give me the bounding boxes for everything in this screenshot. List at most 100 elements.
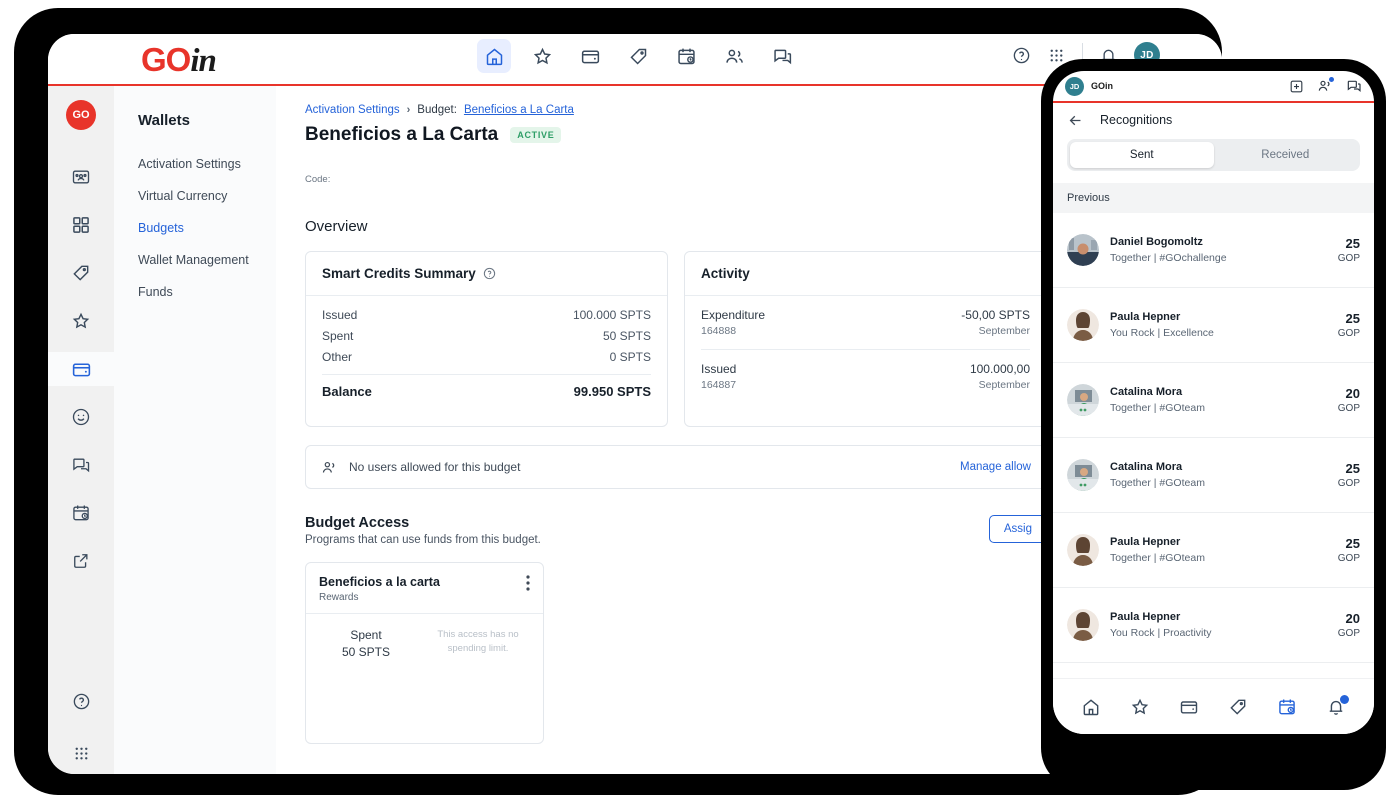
list-item[interactable]: Paula Hepner You Rock | Proactivity 20 G… [1053, 588, 1374, 663]
phone-nav-wallet[interactable] [1179, 697, 1199, 717]
spent-label: Spent [350, 628, 382, 642]
nav-tag[interactable] [621, 39, 655, 73]
activity-card-title: Activity [701, 266, 750, 281]
points-amount: 20 [1345, 611, 1360, 626]
list-item[interactable]: Paula Hepner You Rock | Excellence 25 GO… [1053, 288, 1374, 363]
rail-star-icon[interactable] [59, 304, 103, 338]
rail-wallet-icon[interactable] [48, 352, 114, 386]
sidebar-item-activation-settings[interactable]: Activation Settings [138, 157, 276, 171]
chat-icon[interactable] [1346, 78, 1362, 94]
phone-nav-star[interactable] [1130, 697, 1150, 717]
points-amount: 25 [1345, 311, 1360, 326]
phone-nav-tag[interactable] [1228, 697, 1248, 717]
back-arrow-icon[interactable] [1067, 112, 1084, 129]
add-box-icon[interactable] [1289, 79, 1304, 94]
recognition-detail: Together | #GOteam [1110, 402, 1205, 414]
apps-grid-icon[interactable] [1047, 46, 1066, 65]
people-icon[interactable] [1317, 77, 1334, 94]
rail-smiley-icon[interactable] [59, 400, 103, 434]
info-icon[interactable] [483, 267, 496, 280]
avatar [1067, 309, 1099, 341]
help-icon[interactable] [1012, 46, 1031, 65]
rail-activation-icon[interactable] [59, 160, 103, 194]
row-label: Other [322, 350, 353, 364]
phone-nav-home[interactable] [1081, 697, 1101, 717]
recognition-detail: Together | #GOchallenge [1110, 252, 1227, 264]
row-label: Issued [322, 308, 358, 322]
breadcrumb-root[interactable]: Activation Settings [305, 104, 400, 116]
breadcrumb-current[interactable]: Beneficios a La Carta [464, 104, 574, 116]
phone-nav-bell[interactable] [1326, 694, 1349, 717]
activity-card: Activity Expenditure 164888 -50,00 SPTS … [684, 251, 1047, 427]
rail-logo[interactable]: GO [66, 100, 96, 130]
rail-calendar-icon[interactable] [59, 496, 103, 530]
sidebar-item-wallet-management[interactable]: Wallet Management [138, 253, 276, 267]
list-item[interactable]: Catalina Mora Together | #GOteam 25 GOP [1053, 438, 1374, 513]
tab-sent[interactable]: Sent [1070, 142, 1214, 168]
nav-people[interactable] [717, 39, 751, 73]
more-options-icon[interactable] [526, 575, 530, 603]
recognition-points: 25 GOP [1338, 461, 1360, 489]
tablet-top-bar: GOin JD [48, 34, 1222, 86]
avatar [1067, 384, 1099, 416]
recognition-name: Paula Hepner [1110, 536, 1181, 548]
recognition-points: 20 GOP [1338, 611, 1360, 639]
icon-rail: GO [48, 86, 114, 774]
points-unit: GOP [1337, 553, 1360, 564]
sidebar-item-budgets[interactable]: Budgets [138, 221, 276, 235]
phone-avatar[interactable]: JD [1065, 76, 1084, 96]
phone-nav-calendar[interactable] [1277, 697, 1297, 717]
balance-row: Balance 99.950 SPTS [322, 384, 651, 399]
activity-label: Issued [701, 362, 737, 376]
list-item[interactable]: Daniel Bogomoltz Together | #GOchallenge… [1053, 213, 1374, 288]
nav-star[interactable] [525, 39, 559, 73]
activity-id: 164887 [701, 379, 737, 391]
breadcrumb-prefix: Budget: [417, 104, 457, 116]
budget-access-card-name: Beneficios a la carta [319, 575, 440, 589]
activity-date: September [978, 325, 1030, 337]
row-label: Spent [322, 329, 354, 343]
avatar [1067, 534, 1099, 566]
points-unit: GOP [1337, 628, 1360, 639]
manage-allowed-link[interactable]: Manage allow [960, 461, 1031, 473]
row-value: 50 SPTS [602, 329, 651, 343]
sidebar-item-funds[interactable]: Funds [138, 285, 276, 299]
table-row: Spent 50 SPTS [322, 329, 651, 343]
subnav-title: Wallets [138, 112, 190, 129]
tab-received[interactable]: Received [1214, 142, 1358, 168]
budget-access-subtitle: Programs that can use funds from this bu… [305, 534, 541, 546]
table-row: Issued 164887 100.000,00 September [685, 350, 1046, 403]
points-unit: GOP [1337, 478, 1360, 489]
assign-button[interactable]: Assig [988, 515, 1047, 543]
budget-access-titles: Budget Access Programs that can use fund… [305, 515, 541, 546]
recognition-name: Paula Hepner [1110, 611, 1181, 623]
list-item[interactable]: Paula Hepner Together | #GOteam 25 GOP [1053, 513, 1374, 588]
nav-chat[interactable] [765, 39, 799, 73]
rail-help-icon[interactable] [59, 684, 103, 718]
section-header-previous: Previous [1053, 183, 1374, 213]
phone-app-name: GOin [1091, 81, 1113, 91]
nav-home[interactable] [477, 39, 511, 73]
smart-credits-summary-card: Smart Credits Summary Issued 100.000 SPTS… [305, 251, 668, 427]
rail-apps-grid-icon[interactable] [59, 736, 103, 770]
sidebar-item-virtual-currency[interactable]: Virtual Currency [138, 189, 276, 203]
recognition-text: Paula Hepner You Rock | Proactivity [1110, 611, 1212, 639]
divider [322, 374, 651, 375]
recognition-text: Catalina Mora Together | #GOteam [1110, 461, 1205, 489]
recognition-points: 25 GOP [1338, 536, 1360, 564]
row-value: 0 SPTS [609, 350, 651, 364]
budget-access-header: Budget Access Programs that can use fund… [305, 515, 1047, 546]
activity-date: September [978, 379, 1030, 391]
rail-grid-icon[interactable] [59, 208, 103, 242]
rail-external-link-icon[interactable] [59, 544, 103, 578]
table-row: Expenditure 164888 -50,00 SPTS September [685, 296, 1046, 349]
nav-wallet[interactable] [573, 39, 607, 73]
points-amount: 20 [1345, 386, 1360, 401]
rail-chat-icon[interactable] [59, 448, 103, 482]
list-item[interactable]: Catalina Mora Together | #GOteam 20 GOP [1053, 363, 1374, 438]
rail-tag-icon[interactable] [59, 256, 103, 290]
recognition-detail: You Rock | Excellence [1110, 327, 1214, 339]
row-value: 100.000 SPTS [572, 308, 651, 322]
activity-amount: 100.000,00 [969, 362, 1030, 376]
nav-calendar-clock[interactable] [669, 39, 703, 73]
